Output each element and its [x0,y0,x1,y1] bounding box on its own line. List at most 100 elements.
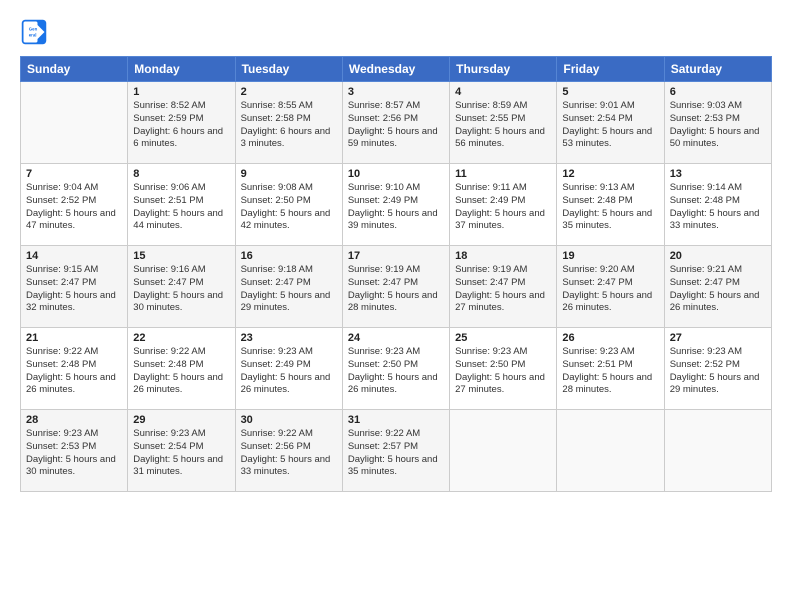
calendar-day-cell: 23 Sunrise: 9:23 AMSunset: 2:49 PMDayligh… [235,328,342,410]
calendar-day-cell: 25 Sunrise: 9:23 AMSunset: 2:50 PMDayligh… [450,328,557,410]
calendar-day-cell [21,82,128,164]
logo-icon: Gen eral [20,18,48,46]
day-number: 31 [348,414,444,426]
day-number: 26 [562,332,658,344]
calendar-day-cell: 26 Sunrise: 9:23 AMSunset: 2:51 PMDayligh… [557,328,664,410]
calendar-day-cell: 2 Sunrise: 8:55 AMSunset: 2:58 PMDaylight… [235,82,342,164]
day-number: 29 [133,414,229,426]
day-number: 17 [348,250,444,262]
day-number: 15 [133,250,229,262]
day-detail: Sunrise: 9:13 AMSunset: 2:48 PMDaylight:… [562,182,652,231]
day-detail: Sunrise: 9:22 AMSunset: 2:48 PMDaylight:… [133,346,223,395]
day-number: 20 [670,250,766,262]
day-number: 27 [670,332,766,344]
calendar-week-row: 28Sunrise: 9:23 AMSunset: 2:53 PMDayligh… [21,410,772,492]
day-detail: Sunrise: 9:01 AMSunset: 2:54 PMDaylight:… [562,100,652,149]
calendar-day-cell: 30 Sunrise: 9:22 AMSunset: 2:56 PMDayligh… [235,410,342,492]
day-detail: Sunrise: 8:57 AMSunset: 2:56 PMDaylight:… [348,100,438,149]
calendar-day-cell [664,410,771,492]
day-detail: Sunrise: 8:52 AMSunset: 2:59 PMDaylight:… [133,100,223,149]
calendar-week-row: 1 Sunrise: 8:52 AMSunset: 2:59 PMDaylight… [21,82,772,164]
calendar-day-cell: 20 Sunrise: 9:21 AMSunset: 2:47 PMDayligh… [664,246,771,328]
day-number: 24 [348,332,444,344]
calendar-day-cell: 9 Sunrise: 9:08 AMSunset: 2:50 PMDaylight… [235,164,342,246]
calendar-day-cell: 18 Sunrise: 9:19 AMSunset: 2:47 PMDayligh… [450,246,557,328]
calendar-day-cell: 21 Sunrise: 9:22 AMSunset: 2:48 PMDayligh… [21,328,128,410]
day-number: 7 [26,168,122,180]
calendar-day-cell: 5Sunrise: 9:01 AMSunset: 2:54 PMDaylight… [557,82,664,164]
header: Gen eral [20,18,772,46]
day-detail: Sunrise: 9:19 AMSunset: 2:47 PMDaylight:… [455,264,545,313]
day-number: 13 [670,168,766,180]
weekday-header: Saturday [664,57,771,82]
day-detail: Sunrise: 9:23 AMSunset: 2:50 PMDaylight:… [348,346,438,395]
calendar-day-cell [557,410,664,492]
day-detail: Sunrise: 8:55 AMSunset: 2:58 PMDaylight:… [241,100,331,149]
calendar-week-row: 7 Sunrise: 9:04 AMSunset: 2:52 PMDaylight… [21,164,772,246]
day-detail: Sunrise: 9:16 AMSunset: 2:47 PMDaylight:… [133,264,223,313]
day-number: 2 [241,86,337,98]
calendar-day-cell: 1 Sunrise: 8:52 AMSunset: 2:59 PMDaylight… [128,82,235,164]
day-detail: Sunrise: 9:19 AMSunset: 2:47 PMDaylight:… [348,264,438,313]
calendar-day-cell: 16Sunrise: 9:18 AMSunset: 2:47 PMDayligh… [235,246,342,328]
day-number: 19 [562,250,658,262]
calendar-week-row: 14 Sunrise: 9:15 AMSunset: 2:47 PMDayligh… [21,246,772,328]
day-detail: Sunrise: 9:18 AMSunset: 2:47 PMDaylight:… [241,264,331,313]
calendar-day-cell: 19 Sunrise: 9:20 AMSunset: 2:47 PMDayligh… [557,246,664,328]
day-detail: Sunrise: 8:59 AMSunset: 2:55 PMDaylight:… [455,100,545,149]
day-detail: Sunrise: 9:21 AMSunset: 2:47 PMDaylight:… [670,264,760,313]
day-detail: Sunrise: 9:23 AMSunset: 2:50 PMDaylight:… [455,346,545,395]
day-number: 11 [455,168,551,180]
day-number: 1 [133,86,229,98]
day-number: 14 [26,250,122,262]
weekday-header: Thursday [450,57,557,82]
day-number: 23 [241,332,337,344]
svg-text:eral: eral [29,32,37,37]
day-detail: Sunrise: 9:10 AMSunset: 2:49 PMDaylight:… [348,182,438,231]
day-number: 8 [133,168,229,180]
day-number: 10 [348,168,444,180]
calendar-week-row: 21 Sunrise: 9:22 AMSunset: 2:48 PMDayligh… [21,328,772,410]
calendar-day-cell: 29Sunrise: 9:23 AMSunset: 2:54 PMDayligh… [128,410,235,492]
calendar-day-cell: 8 Sunrise: 9:06 AMSunset: 2:51 PMDaylight… [128,164,235,246]
weekday-header: Tuesday [235,57,342,82]
day-number: 12 [562,168,658,180]
calendar-day-cell: 14 Sunrise: 9:15 AMSunset: 2:47 PMDayligh… [21,246,128,328]
calendar-day-cell: 3 Sunrise: 8:57 AMSunset: 2:56 PMDaylight… [342,82,449,164]
day-number: 25 [455,332,551,344]
day-number: 18 [455,250,551,262]
day-number: 22 [133,332,229,344]
day-detail: Sunrise: 9:03 AMSunset: 2:53 PMDaylight:… [670,100,760,149]
day-detail: Sunrise: 9:22 AMSunset: 2:57 PMDaylight:… [348,428,438,477]
day-detail: Sunrise: 9:06 AMSunset: 2:51 PMDaylight:… [133,182,223,231]
calendar-day-cell: 12 Sunrise: 9:13 AMSunset: 2:48 PMDayligh… [557,164,664,246]
weekday-header: Monday [128,57,235,82]
day-detail: Sunrise: 9:11 AMSunset: 2:49 PMDaylight:… [455,182,545,231]
header-row: SundayMondayTuesdayWednesdayThursdayFrid… [21,57,772,82]
day-detail: Sunrise: 9:23 AMSunset: 2:53 PMDaylight:… [26,428,116,477]
weekday-header: Friday [557,57,664,82]
day-detail: Sunrise: 9:23 AMSunset: 2:49 PMDaylight:… [241,346,331,395]
day-detail: Sunrise: 9:15 AMSunset: 2:47 PMDaylight:… [26,264,116,313]
day-detail: Sunrise: 9:22 AMSunset: 2:56 PMDaylight:… [241,428,331,477]
calendar-table: SundayMondayTuesdayWednesdayThursdayFrid… [20,56,772,492]
day-detail: Sunrise: 9:08 AMSunset: 2:50 PMDaylight:… [241,182,331,231]
weekday-header: Wednesday [342,57,449,82]
day-detail: Sunrise: 9:23 AMSunset: 2:52 PMDaylight:… [670,346,760,395]
day-detail: Sunrise: 9:23 AMSunset: 2:51 PMDaylight:… [562,346,652,395]
calendar-day-cell: 28Sunrise: 9:23 AMSunset: 2:53 PMDayligh… [21,410,128,492]
day-number: 21 [26,332,122,344]
calendar-day-cell: 15 Sunrise: 9:16 AMSunset: 2:47 PMDayligh… [128,246,235,328]
day-detail: Sunrise: 9:20 AMSunset: 2:47 PMDaylight:… [562,264,652,313]
day-detail: Sunrise: 9:04 AMSunset: 2:52 PMDaylight:… [26,182,116,231]
calendar-day-cell: 24 Sunrise: 9:23 AMSunset: 2:50 PMDayligh… [342,328,449,410]
day-number: 6 [670,86,766,98]
day-number: 9 [241,168,337,180]
calendar-day-cell: 27 Sunrise: 9:23 AMSunset: 2:52 PMDayligh… [664,328,771,410]
day-detail: Sunrise: 9:22 AMSunset: 2:48 PMDaylight:… [26,346,116,395]
day-number: 30 [241,414,337,426]
calendar-day-cell [450,410,557,492]
calendar-day-cell: 31 Sunrise: 9:22 AMSunset: 2:57 PMDayligh… [342,410,449,492]
day-number: 3 [348,86,444,98]
calendar-day-cell: 6 Sunrise: 9:03 AMSunset: 2:53 PMDaylight… [664,82,771,164]
